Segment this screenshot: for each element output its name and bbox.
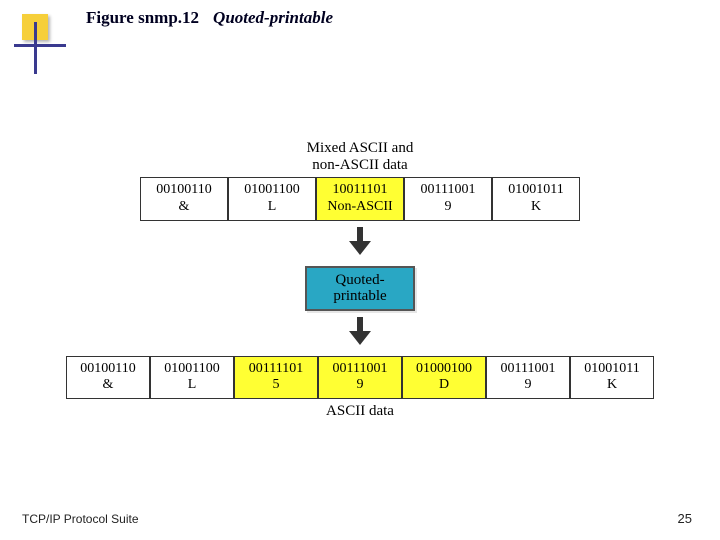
- arrow-down-icon: [349, 317, 371, 345]
- arrow-down-1: [0, 227, 720, 260]
- arrow-down-2: [0, 317, 720, 350]
- quoted-printable-diagram: Mixed ASCII and non-ASCII data 00100110 …: [0, 140, 720, 420]
- output-caption: ASCII data: [0, 403, 720, 420]
- byte-bits: 00111101: [243, 361, 309, 378]
- byte-symbol: 9: [413, 199, 483, 216]
- byte-symbol: &: [149, 199, 219, 216]
- byte-symbol: 9: [495, 377, 561, 394]
- arrow-down-icon: [349, 227, 371, 255]
- byte-bits: 00100110: [75, 361, 141, 378]
- input-cell: 01001100 L: [228, 177, 316, 221]
- bullet-vertical-line: [34, 22, 37, 74]
- process-label-line1: Quoted-: [335, 272, 384, 288]
- byte-symbol: 5: [243, 377, 309, 394]
- byte-bits: 01001011: [501, 182, 571, 199]
- input-caption-line2: non-ASCII data: [312, 157, 407, 173]
- output-cell: 01001011 K: [570, 356, 654, 400]
- byte-bits: 10011101: [325, 182, 395, 199]
- output-byte-row: 00100110 & 01001100 L 00111101 5 0011100…: [0, 356, 720, 400]
- byte-bits: 00111001: [327, 361, 393, 378]
- input-caption-line1: Mixed ASCII and: [307, 140, 414, 156]
- byte-symbol: Non-ASCII: [325, 199, 395, 216]
- output-cell: 01001100 L: [150, 356, 234, 400]
- byte-symbol: 9: [327, 377, 393, 394]
- byte-bits: 00100110: [149, 182, 219, 199]
- output-cell: 00100110 &: [66, 356, 150, 400]
- input-caption: Mixed ASCII and non-ASCII data: [0, 140, 720, 173]
- byte-symbol: K: [579, 377, 645, 394]
- byte-bits: 01001100: [159, 361, 225, 378]
- byte-bits: 00111001: [495, 361, 561, 378]
- byte-symbol: L: [159, 377, 225, 394]
- slide-bullet-decoration: [14, 14, 52, 74]
- byte-bits: 01001011: [579, 361, 645, 378]
- byte-bits: 01000100: [411, 361, 477, 378]
- output-cell-encoded: 00111101 5: [234, 356, 318, 400]
- output-cell-encoded: 01000100 D: [402, 356, 486, 400]
- figure-header: Figure snmp.12 Quoted-printable: [86, 8, 333, 28]
- input-cell: 00111001 9: [404, 177, 492, 221]
- input-cell-nonascii: 10011101 Non-ASCII: [316, 177, 404, 221]
- bullet-horizontal-line: [14, 44, 66, 47]
- byte-symbol: &: [75, 377, 141, 394]
- byte-symbol: K: [501, 199, 571, 216]
- input-byte-row: 00100110 & 01001100 L 10011101 Non-ASCII…: [0, 177, 720, 221]
- input-cell: 00100110 &: [140, 177, 228, 221]
- process-label-line2: printable: [333, 288, 386, 304]
- byte-bits: 00111001: [413, 182, 483, 199]
- process-box: Quoted- printable: [305, 266, 415, 311]
- output-cell: 00111001 9: [486, 356, 570, 400]
- figure-title: Quoted-printable: [213, 8, 333, 28]
- output-cell-encoded: 00111001 9: [318, 356, 402, 400]
- input-cell: 01001011 K: [492, 177, 580, 221]
- page-number: 25: [678, 511, 692, 526]
- byte-symbol: D: [411, 377, 477, 394]
- footer-source: TCP/IP Protocol Suite: [22, 512, 139, 526]
- byte-symbol: L: [237, 199, 307, 216]
- byte-bits: 01001100: [237, 182, 307, 199]
- figure-number: Figure snmp.12: [86, 8, 199, 28]
